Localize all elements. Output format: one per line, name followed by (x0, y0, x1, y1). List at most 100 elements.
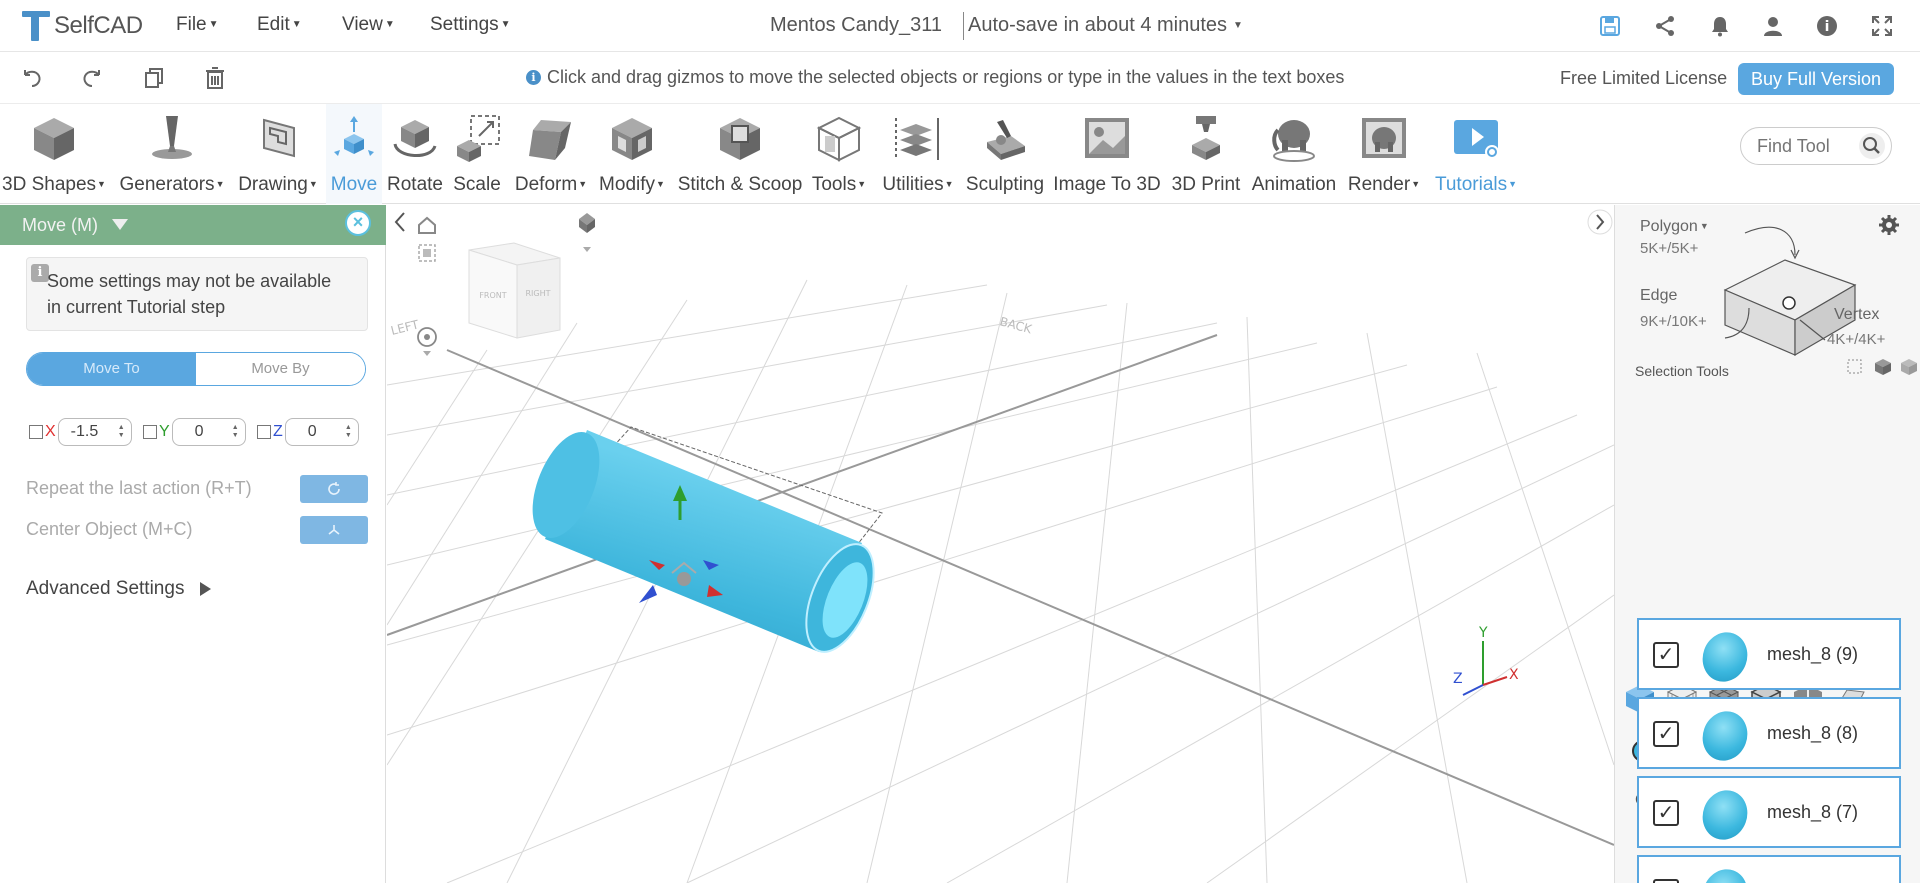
list-item[interactable]: ✓ mesh_8 (9) (1637, 618, 1901, 690)
tool-image-to-3d[interactable]: Image To 3D (1050, 104, 1164, 204)
tool-scale[interactable]: Scale (448, 104, 506, 204)
edge-count: 9K+/10K+ (1640, 313, 1707, 330)
tool-utilities[interactable]: Utilities▼ (876, 104, 960, 204)
move-tool-panel: Move (M) × i Some settings may not be av… (0, 205, 386, 883)
tool-stitch-scoop-label: Stitch & Scoop (677, 174, 803, 195)
autosave-dropdown[interactable]: Auto-save in about 4 minutes ▼ (968, 14, 1243, 37)
tool-modify[interactable]: Modify▼ (596, 104, 668, 204)
select-all-icon[interactable] (1899, 357, 1919, 377)
tool-tutorials[interactable]: Tutorials▼ (1428, 104, 1524, 204)
bell-icon[interactable] (1708, 14, 1732, 38)
redo-icon[interactable] (80, 66, 104, 90)
undo-icon[interactable] (20, 66, 44, 90)
find-tool-search[interactable] (1740, 127, 1892, 165)
menu-file[interactable]: File ▼ (176, 14, 219, 36)
visibility-checkbox[interactable] (1653, 879, 1679, 883)
spinner-icon[interactable]: ▲ ▼ (232, 424, 239, 440)
copy-icon[interactable] (142, 66, 166, 90)
gear-icon[interactable] (1877, 790, 1899, 812)
axis-indicator: Y X Z (1453, 625, 1519, 696)
tool-3d-print[interactable]: 3D Print (1168, 104, 1244, 204)
selfcad-logo[interactable]: SelfCAD (20, 8, 143, 44)
select-object-icon[interactable] (1873, 357, 1893, 377)
edge-select-icon[interactable] (1749, 682, 1783, 716)
tool-tools[interactable]: Tools▼ (808, 104, 870, 204)
menu-file-label: File (176, 14, 207, 35)
move-by-tab[interactable]: Move By (196, 353, 365, 385)
document-title[interactable]: Mentos Candy_311 (770, 14, 942, 37)
opacity-input[interactable]: 100 ▲ ▼ (1757, 739, 1821, 765)
3d-viewport[interactable]: BACK LEFT FRONT RIGHT Y X Z (387, 205, 1614, 883)
menu-view[interactable]: View ▼ (342, 14, 395, 36)
visibility-checkbox[interactable]: ✓ (1653, 642, 1679, 668)
advanced-settings-toggle[interactable]: Advanced Settings (26, 578, 212, 600)
close-icon[interactable]: × (345, 210, 371, 236)
save-icon[interactable] (1598, 14, 1622, 38)
tutorials-icon (1454, 120, 1499, 159)
orbit-icon[interactable] (417, 327, 437, 356)
list-item[interactable]: ✓ mesh_8 (7) (1637, 776, 1901, 848)
tool-rotate[interactable]: Rotate (384, 104, 446, 204)
fit-view-icon[interactable] (418, 244, 436, 262)
axis-y-value: 0 (194, 423, 204, 440)
visibility-checkbox[interactable]: ✓ (1653, 721, 1679, 747)
home-icon[interactable] (418, 216, 436, 234)
material-icon[interactable] (1683, 739, 1707, 763)
axis-x-checkbox[interactable] (29, 425, 43, 439)
center-object-button[interactable] (300, 516, 368, 544)
plane-select-icon[interactable] (1833, 682, 1867, 716)
opacity-value: 100 (1768, 744, 1795, 761)
axis-z-input[interactable]: 0 ▲ ▼ (284, 418, 359, 446)
help-icon[interactable]: i (1815, 14, 1839, 38)
fullscreen-icon[interactable] (1870, 14, 1894, 38)
menu-view-label: View (342, 14, 383, 35)
spinner-icon[interactable]: ▲ ▼ (345, 424, 352, 440)
tool-move[interactable]: Move (326, 104, 382, 204)
menu-edit[interactable]: Edit ▼ (257, 14, 302, 36)
mesh-select-icon[interactable] (1707, 682, 1741, 716)
center-icon (328, 525, 340, 535)
trash-icon[interactable] (203, 66, 227, 90)
axis-x-group: X -1.5 ▲ ▼ (29, 417, 132, 447)
tool-generators[interactable]: Generators▼ (116, 104, 228, 204)
list-item[interactable] (1637, 855, 1901, 883)
advanced-settings-label: Advanced Settings (26, 578, 185, 599)
tool-animation[interactable]: Animation (1246, 104, 1342, 204)
repeat-action-button[interactable] (300, 475, 368, 503)
axis-y-checkbox[interactable] (143, 425, 157, 439)
user-icon[interactable] (1761, 14, 1785, 38)
buy-full-version-button[interactable]: Buy Full Version (1738, 63, 1894, 95)
find-tool-input[interactable] (1757, 136, 1857, 157)
axis-x-label: X (45, 423, 56, 440)
tool-sculpting[interactable]: Sculpting (962, 104, 1048, 204)
color-swatch[interactable] (1632, 740, 1654, 762)
search-icon[interactable] (1859, 133, 1885, 159)
axis-x-input[interactable]: -1.5 ▲ ▼ (57, 418, 132, 446)
spinner-icon[interactable]: ▲ ▼ (1808, 743, 1815, 759)
tool-deform[interactable]: Deform▼ (508, 104, 594, 204)
panel-dropdown-icon[interactable] (112, 219, 128, 230)
tool-sculpting-label: Sculpting (965, 174, 1045, 195)
tool-render[interactable]: Render▼ (1346, 104, 1422, 204)
menu-bar: SelfCAD File ▼ Edit ▼ View ▼ Settings ▼ Ment… (0, 0, 1920, 52)
axis-z-checkbox[interactable] (257, 425, 271, 439)
face-select-icon[interactable] (1665, 682, 1699, 716)
tool-3d-shapes[interactable]: 3D Shapes▼ (0, 104, 108, 204)
polygon-mode[interactable]: Polygon ▼ (1640, 218, 1709, 236)
move-to-tab[interactable]: Move To (27, 353, 196, 385)
scene-canvas[interactable]: BACK LEFT FRONT RIGHT Y X Z (387, 205, 1614, 883)
collapse-left-icon[interactable] (388, 207, 412, 237)
view-cube[interactable]: FRONT RIGHT (468, 242, 561, 339)
camera-view-icon[interactable] (579, 213, 595, 252)
axis-y-input[interactable]: 0 ▲ ▼ (171, 418, 246, 446)
spinner-icon[interactable]: ▲ ▼ (118, 424, 125, 440)
tool-stitch-scoop[interactable]: Stitch & Scoop (676, 104, 804, 204)
half-select-icon[interactable] (1791, 682, 1825, 716)
menu-settings[interactable]: Settings ▼ (430, 14, 511, 36)
search-icon[interactable] (1843, 790, 1865, 812)
object-select-icon[interactable] (1623, 682, 1657, 716)
tool-drawing[interactable]: Drawing▼ (232, 104, 324, 204)
collapse-right-icon[interactable] (1586, 207, 1614, 237)
share-icon[interactable] (1653, 14, 1677, 38)
select-region-icon[interactable] (1845, 357, 1865, 377)
